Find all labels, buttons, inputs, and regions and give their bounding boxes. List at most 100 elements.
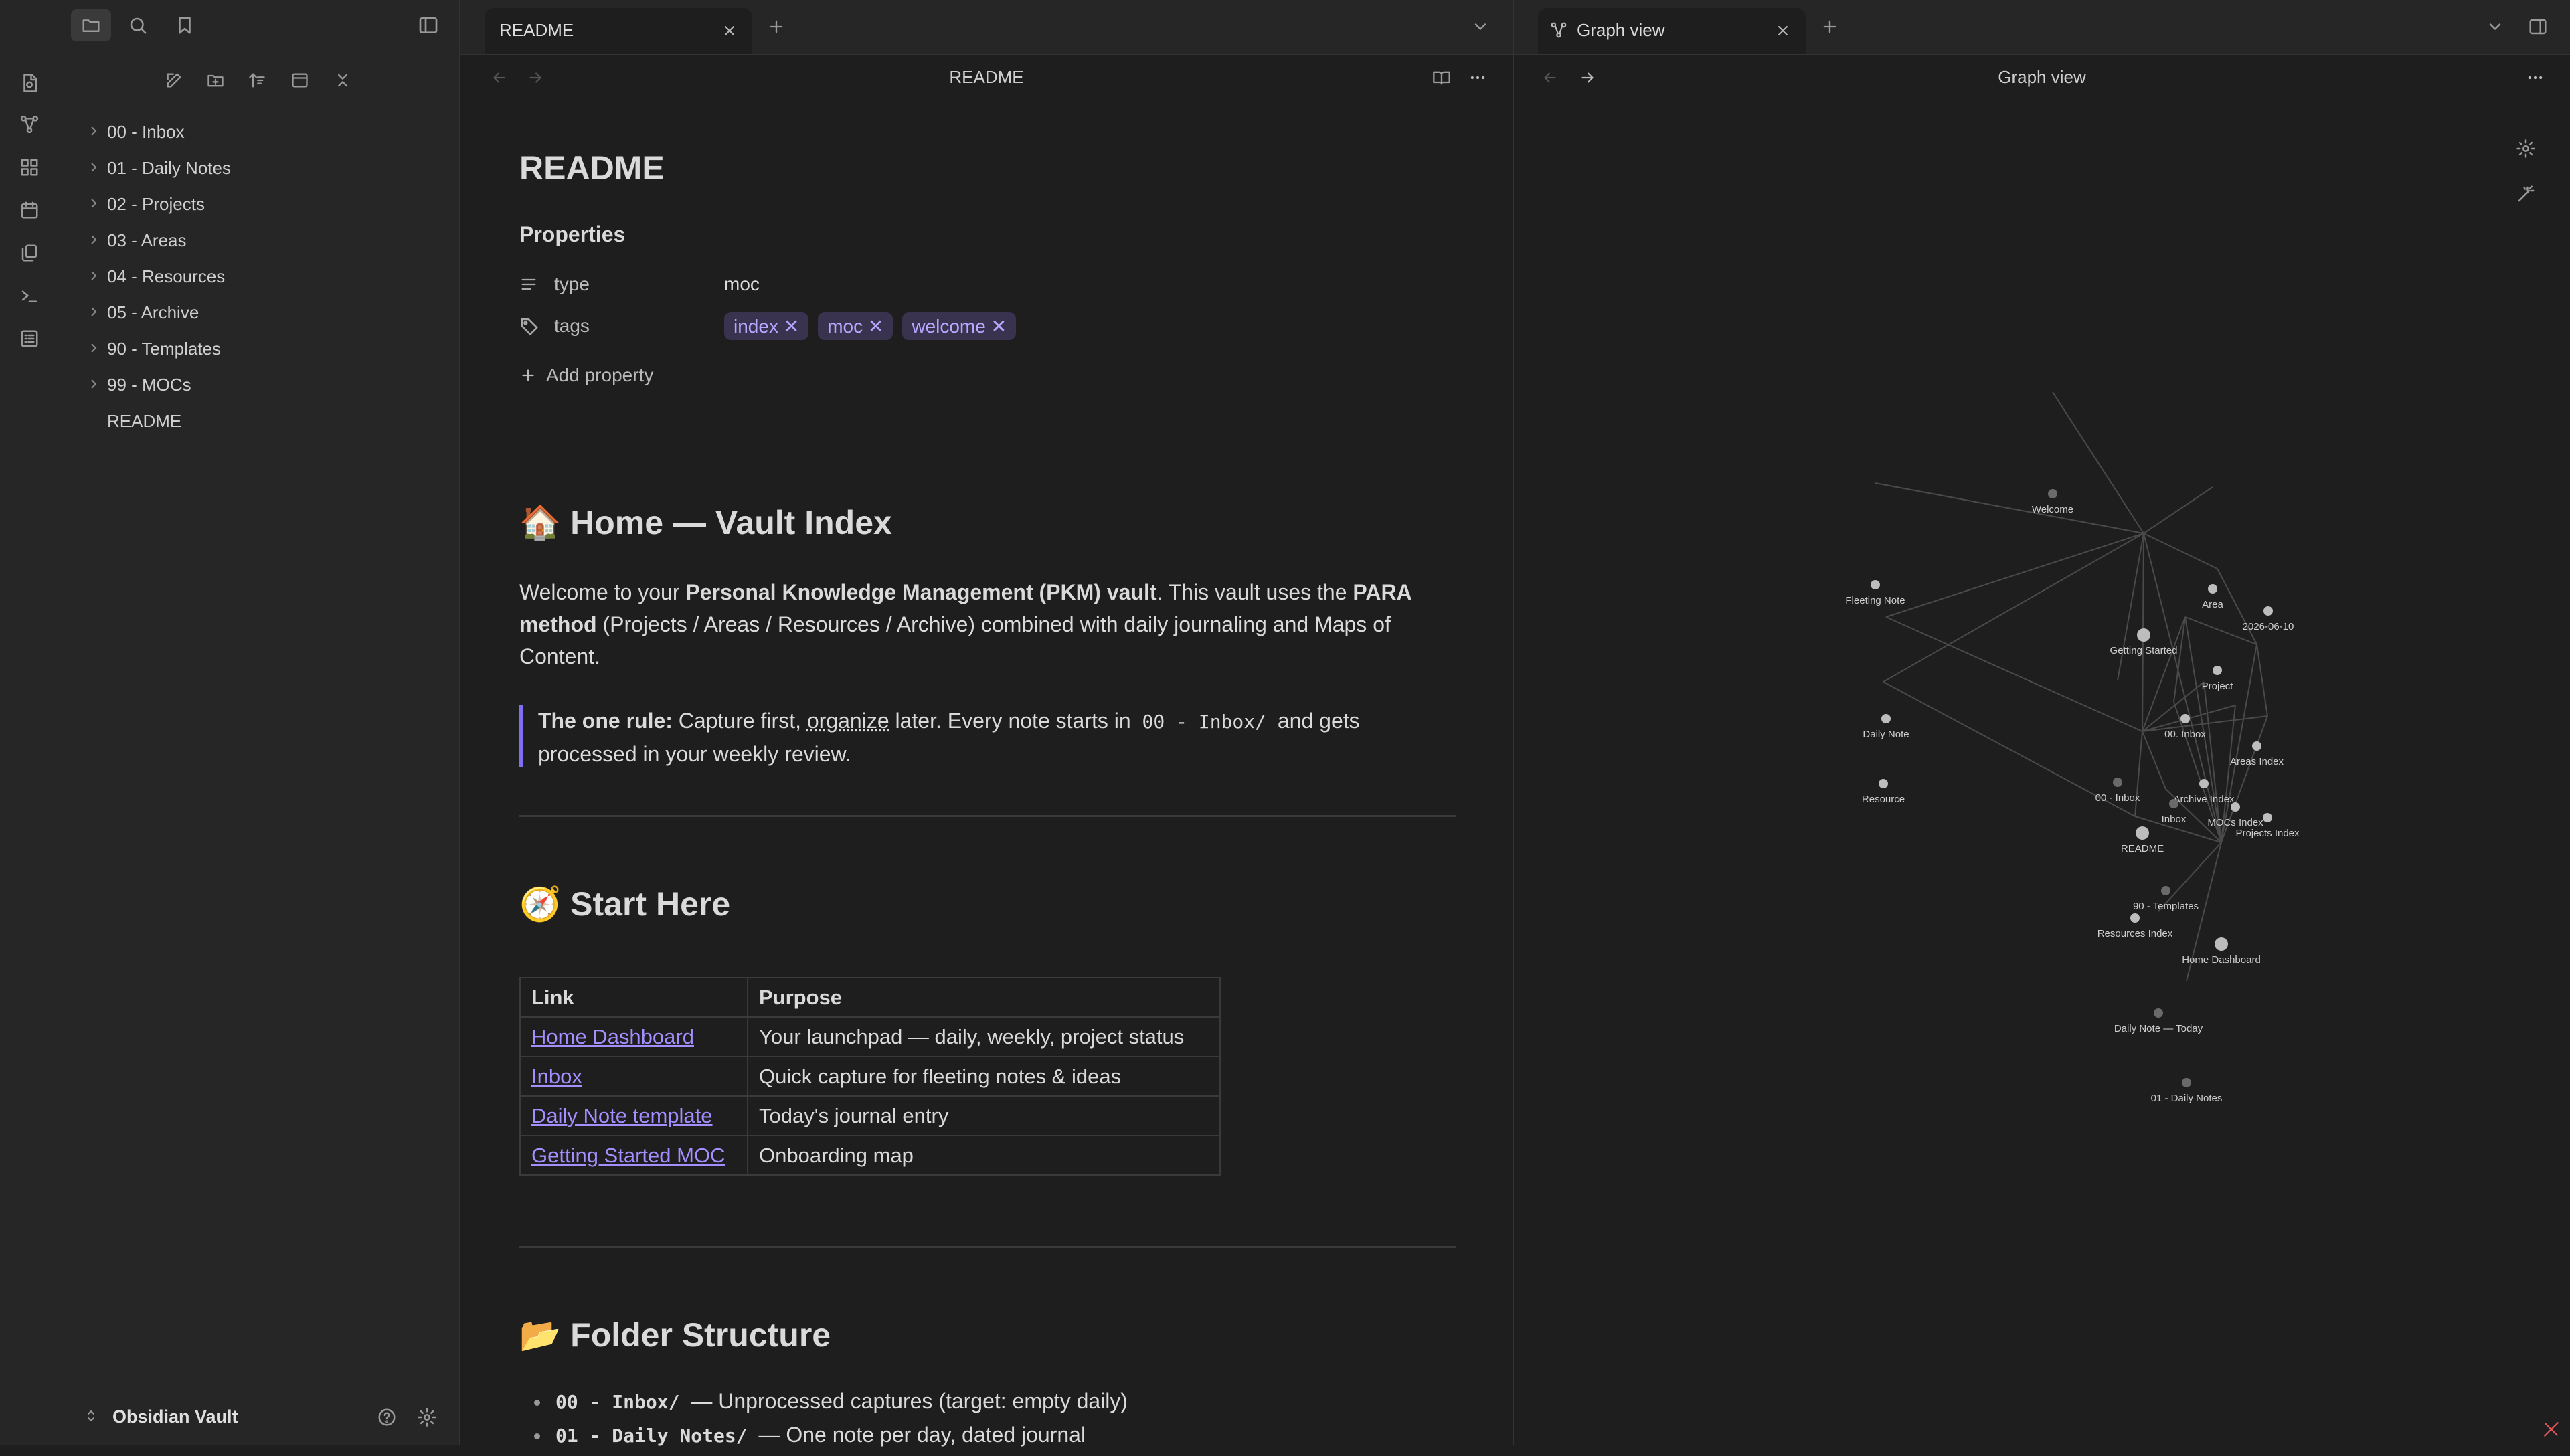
graph-node[interactable] xyxy=(2263,606,2273,616)
link-getting-started-moc[interactable]: Getting Started MOC xyxy=(531,1144,725,1167)
heading-home-vault-index[interactable]: 🏠 Home — Vault Index xyxy=(519,503,892,543)
table-cell[interactable]: Today's journal entry xyxy=(747,1095,1221,1136)
toggle-sidebar-icon[interactable] xyxy=(415,12,442,39)
templates-icon[interactable] xyxy=(16,240,43,266)
graph-node[interactable] xyxy=(2161,886,2170,895)
more-options-icon[interactable] xyxy=(1464,64,1491,91)
graph-node[interactable] xyxy=(2208,584,2217,594)
new-note-icon[interactable] xyxy=(161,67,187,94)
tag-pill[interactable]: moc ✕ xyxy=(818,312,893,340)
graph-node[interactable] xyxy=(2252,741,2261,751)
files-tab-icon[interactable] xyxy=(71,9,111,41)
graph-canvas[interactable]: Welcome Fleeting Note Area 2026-06-10 Gettin… xyxy=(1514,102,2570,1445)
folder-archive[interactable]: 05 - Archive xyxy=(59,294,459,331)
list-item[interactable]: 00 - Inbox/ — Unprocessed captures (targ… xyxy=(519,1389,1456,1423)
file-readme[interactable]: README xyxy=(59,403,459,439)
table-cell-link[interactable]: Daily Note template xyxy=(519,1095,748,1136)
remove-tag-x-icon[interactable]: ✕ xyxy=(868,316,883,337)
graph-node[interactable] xyxy=(2182,1078,2191,1087)
folder-projects[interactable]: 02 - Projects xyxy=(59,186,459,222)
tag-pill[interactable]: index ✕ xyxy=(724,312,809,340)
graph-node[interactable] xyxy=(2180,714,2190,723)
remove-tag-x-icon[interactable]: ✕ xyxy=(991,316,1007,337)
list-item[interactable]: 01 - Daily Notes/ — One note per day, da… xyxy=(519,1423,1456,1456)
folder-inbox[interactable]: 00 - Inbox xyxy=(59,114,459,150)
table-cell-link[interactable]: Inbox xyxy=(519,1056,748,1097)
property-key-tags[interactable]: tags xyxy=(554,315,724,337)
graph-node[interactable] xyxy=(1881,714,1891,723)
graph-node[interactable] xyxy=(2213,666,2222,675)
property-key-type[interactable]: type xyxy=(554,274,724,295)
graph-node[interactable] xyxy=(2199,779,2209,788)
graph-node[interactable] xyxy=(2215,937,2228,951)
new-folder-icon[interactable] xyxy=(202,67,229,94)
terminal-icon[interactable] xyxy=(16,282,43,309)
search-icon[interactable] xyxy=(124,12,151,39)
graph-node[interactable] xyxy=(2231,802,2240,812)
table-cell[interactable]: Quick capture for fleeting notes & ideas xyxy=(747,1056,1221,1097)
folder-templates[interactable]: 90 - Templates xyxy=(59,331,459,367)
list-icon[interactable] xyxy=(16,325,43,352)
table-cell-link[interactable]: Home Dashboard xyxy=(519,1016,748,1057)
graph-node[interactable] xyxy=(2169,799,2178,808)
table-cell[interactable]: Onboarding map xyxy=(747,1135,1221,1176)
table-header[interactable]: Purpose xyxy=(747,977,1221,1018)
tab-readme[interactable]: README xyxy=(485,8,752,54)
graph-node[interactable] xyxy=(2130,913,2140,923)
tag-pill[interactable]: welcome ✕ xyxy=(902,312,1017,340)
add-property-button[interactable]: Add property xyxy=(519,359,653,392)
remove-tag-x-icon[interactable]: ✕ xyxy=(784,316,799,337)
table-header[interactable]: Link xyxy=(519,977,748,1018)
heading-folder-structure[interactable]: 📂 Folder Structure xyxy=(519,1315,831,1355)
graph-status-icon[interactable] xyxy=(2538,1416,2565,1443)
property-value-type[interactable]: moc xyxy=(724,274,760,295)
open-quick-switcher-icon[interactable] xyxy=(16,70,43,96)
table-cell-link[interactable]: Getting Started MOC xyxy=(519,1135,748,1176)
note-title[interactable]: README xyxy=(519,149,665,187)
link-home-dashboard[interactable]: Home Dashboard xyxy=(531,1025,694,1049)
more-options-icon[interactable] xyxy=(2522,64,2549,91)
graph-node[interactable] xyxy=(2048,489,2057,498)
folder-label: 99 - MOCs xyxy=(107,374,191,395)
graph-node[interactable] xyxy=(2113,778,2122,787)
view-header-title[interactable]: Graph view xyxy=(1514,67,2570,88)
toggle-right-sidebar-icon[interactable] xyxy=(2524,13,2551,40)
folder-areas[interactable]: 03 - Areas xyxy=(59,222,459,258)
graph-node[interactable] xyxy=(2263,813,2272,822)
vault-switch-chevrons-icon[interactable] xyxy=(79,1404,103,1428)
tab-graph-view[interactable]: Graph view xyxy=(1538,8,1806,54)
settings-gear-icon[interactable] xyxy=(414,1404,440,1431)
welcome-paragraph[interactable]: Welcome to your Personal Knowledge Manag… xyxy=(519,576,1456,672)
tab-list-chevron-icon[interactable] xyxy=(2482,13,2508,40)
callout-blockquote[interactable]: The one rule: Capture first, organize la… xyxy=(538,705,1448,770)
graph-node[interactable] xyxy=(2154,1008,2163,1018)
close-tab-icon[interactable] xyxy=(1770,17,1796,44)
folder-daily-notes[interactable]: 01 - Daily Notes xyxy=(59,150,459,186)
graph-node[interactable] xyxy=(1871,580,1880,589)
bookmark-icon[interactable] xyxy=(171,12,198,39)
properties-heading[interactable]: Properties xyxy=(519,222,625,247)
sort-icon[interactable] xyxy=(244,67,270,94)
reading-view-book-icon[interactable] xyxy=(1428,64,1455,91)
graph-node[interactable] xyxy=(2136,826,2149,840)
vault-name[interactable]: Obsidian Vault xyxy=(112,1406,238,1427)
link-daily-note-template[interactable]: Daily Note template xyxy=(531,1104,713,1127)
link-inbox[interactable]: Inbox xyxy=(531,1065,582,1088)
folder-mocs[interactable]: 99 - MOCs xyxy=(59,367,459,403)
calendar-icon[interactable] xyxy=(16,197,43,223)
graph-view-icon[interactable] xyxy=(16,111,43,138)
folder-resources[interactable]: 04 - Resources xyxy=(59,258,459,294)
table-cell[interactable]: Your launchpad — daily, weekly, project … xyxy=(747,1016,1221,1057)
view-header-title[interactable]: README xyxy=(460,67,1513,88)
collapse-all-icon[interactable] xyxy=(329,67,356,94)
graph-node[interactable] xyxy=(1879,779,1888,788)
tab-list-chevron-icon[interactable] xyxy=(1467,13,1494,40)
help-icon[interactable] xyxy=(373,1404,400,1431)
canvas-icon[interactable] xyxy=(16,154,43,181)
new-tab-plus-icon[interactable] xyxy=(763,13,790,40)
new-tab-plus-icon[interactable] xyxy=(1816,13,1843,40)
close-tab-icon[interactable] xyxy=(716,17,743,44)
heading-start-here[interactable]: 🧭 Start Here xyxy=(519,885,730,924)
auto-reveal-icon[interactable] xyxy=(286,67,313,94)
graph-node[interactable] xyxy=(2137,628,2150,642)
